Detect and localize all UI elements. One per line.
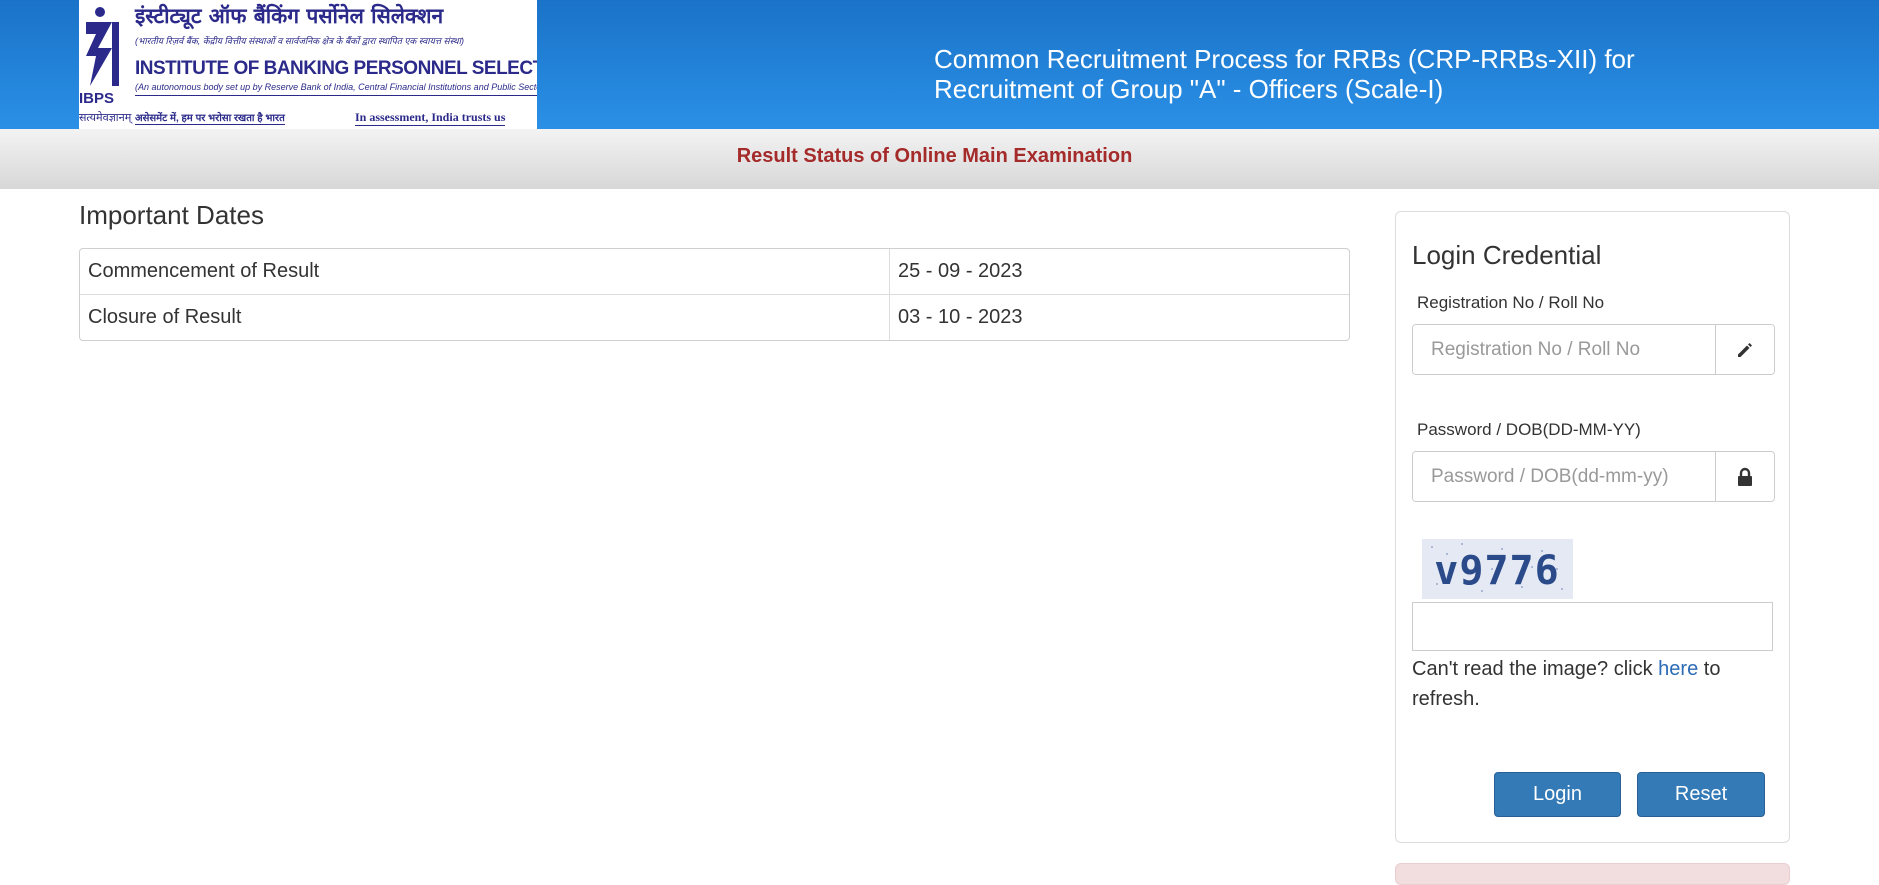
login-title: Login Credential [1412,240,1602,270]
registration-input[interactable] [1413,325,1715,374]
date-label: Closure of Result [80,295,890,340]
table-row: Closure of Result 03 - 10 - 2023 [80,295,1349,340]
logo-mark-subtext: सत्यमेवज्ञानम् [79,112,132,124]
registration-label: Registration No / Roll No [1417,293,1605,312]
reset-button[interactable]: Reset [1637,772,1765,817]
logo-english-name: INSTITUTE OF BANKING PERSONNEL SELECTION [135,58,537,79]
captcha-text: v9776 [1434,548,1559,594]
login-panel: Login Credential Registration No / Roll … [1395,211,1790,843]
lock-icon [1738,467,1752,486]
password-label: Password / DOB(DD-MM-YY) [1417,420,1641,439]
page-title: Common Recruitment Process for RRBs (CRP… [934,44,1635,104]
captcha-refresh-text: Can't read the image? click here to refr… [1412,658,1721,710]
date-label: Commencement of Result [80,249,890,295]
important-dates-table: Commencement of Result 25 - 09 - 2023 Cl… [79,248,1350,341]
result-status-bar: Result Status of Online Main Examination [0,129,1879,189]
password-input[interactable] [1413,452,1715,501]
ibps-emblem-icon [86,7,119,86]
captcha-input[interactable] [1412,602,1773,651]
pencil-icon [1738,342,1752,357]
password-addon [1715,452,1774,501]
result-status-title: Result Status of Online Main Examination [736,145,1133,167]
registration-input-group [1412,324,1775,375]
alert-box [1395,863,1790,885]
logo-mark-text: IBPS [79,90,115,107]
logo-hindi-subtitle: (भारतीय रिज़र्व बैंक, केंद्रीय वित्तीय स… [135,36,464,46]
logo-tagline-hindi: असेसमेंट में, हम पर भरोसा रखता है भारत [135,110,285,125]
logo-english-subtitle: (An autonomous body set up by Reserve Ba… [135,82,537,96]
logo-tagline-english: In assessment, India trusts us [355,110,506,126]
captcha-image: v9776 [1422,539,1573,599]
ibps-logo: IBPS सत्यमेवज्ञानम् इंस्टीट्यूट ऑफ बैंकि… [79,0,537,129]
table-row: Commencement of Result 25 - 09 - 2023 [80,249,1349,295]
logo-hindi-name: इंस्टीट्यूट ऑफ बैंकिंग पर्सोनेल सिलेक्शन [135,4,444,28]
page-header: IBPS सत्यमेवज्ञानम् इंस्टीट्यूट ऑफ बैंकि… [0,0,1879,129]
captcha-refresh-link[interactable]: here [1658,658,1698,680]
date-value: 03 - 10 - 2023 [898,306,1023,328]
important-dates-title: Important Dates [79,200,264,230]
login-button[interactable]: Login [1494,772,1621,817]
password-input-group [1412,451,1775,502]
date-value: 25 - 09 - 2023 [890,249,1349,295]
registration-addon [1715,325,1774,374]
